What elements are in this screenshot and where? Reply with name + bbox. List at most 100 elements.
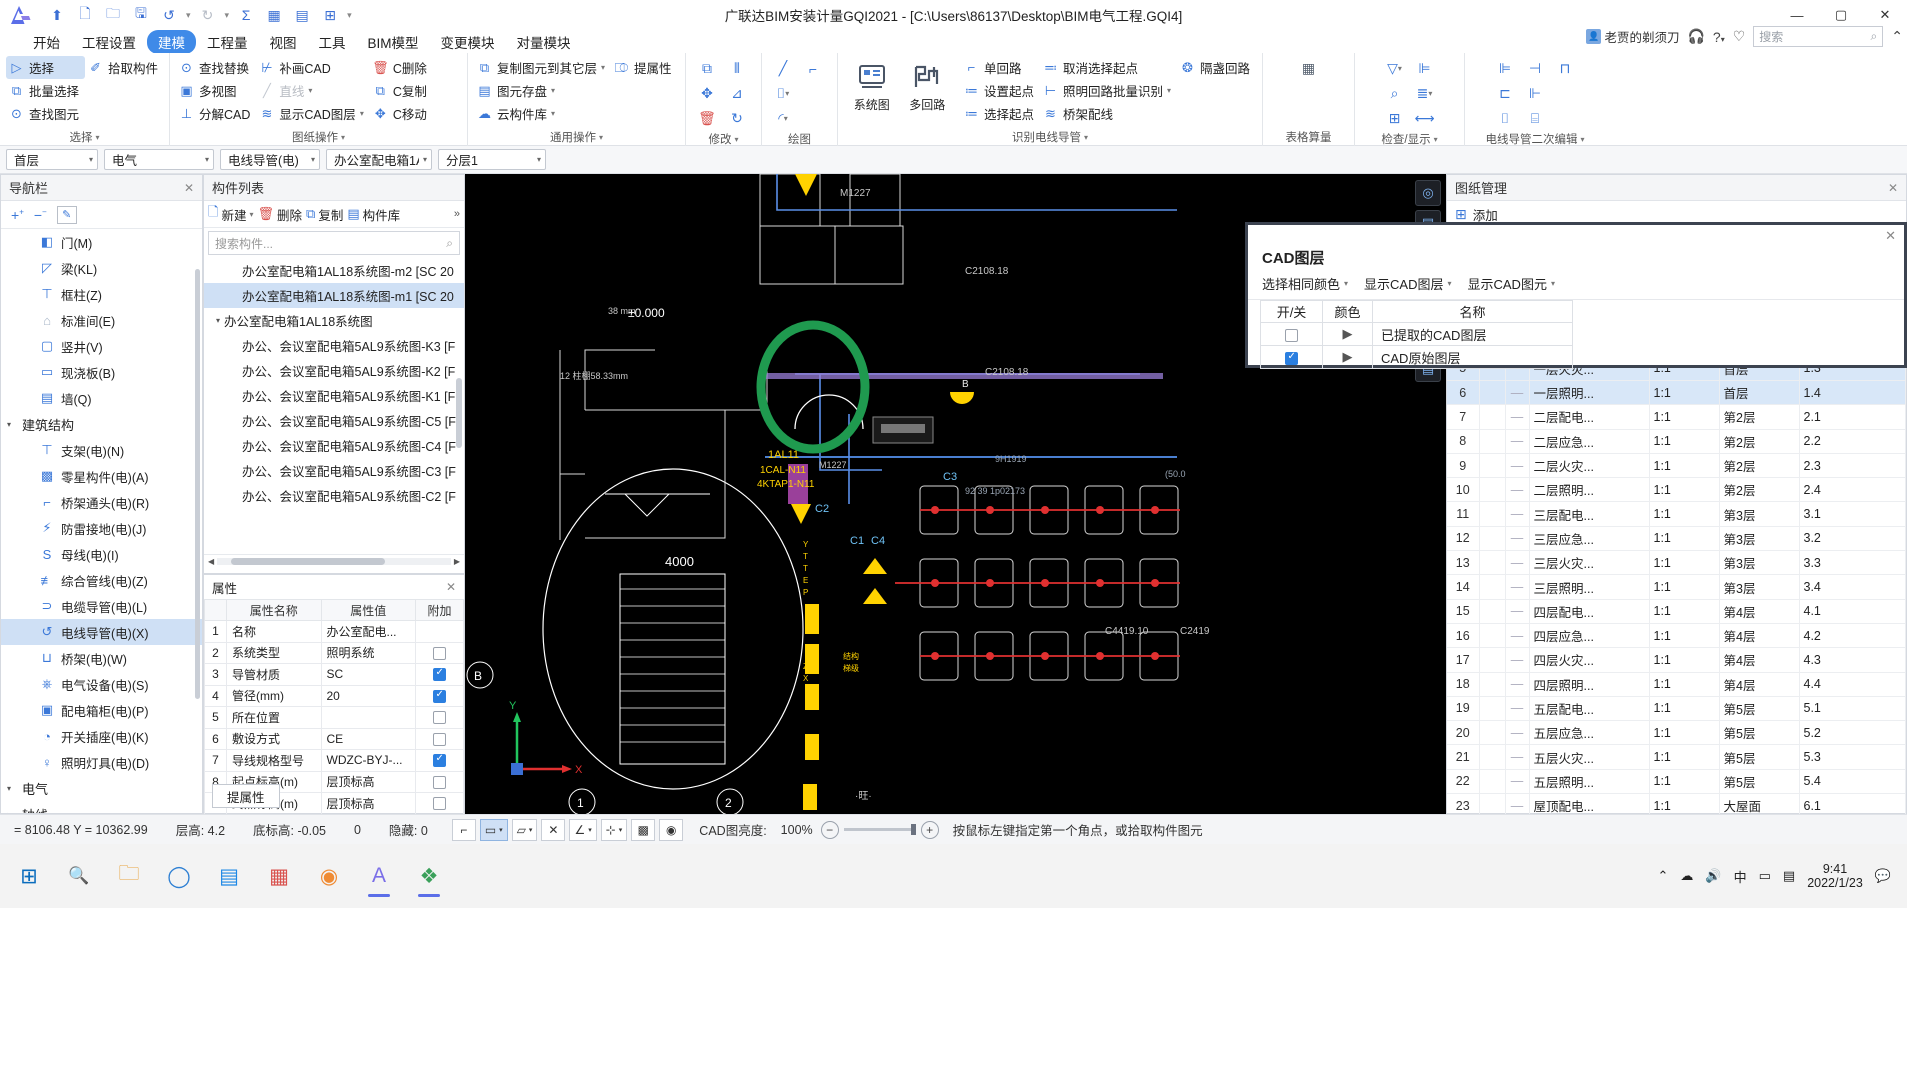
- orbit-icon[interactable]: ◎: [1415, 180, 1441, 206]
- drawing-expander[interactable]: [1479, 477, 1506, 503]
- delete-component-button[interactable]: 🗑 删除: [257, 205, 302, 224]
- property-row[interactable]: 3 导管材质 SC: [204, 663, 464, 686]
- nav-item-17[interactable]: ▭ 现浇板(B): [1, 359, 202, 385]
- nav-item-14[interactable]: ⊤ 支架(电)(N): [1, 437, 202, 463]
- ribbon-line[interactable]: ╱ 直线 ▾: [256, 79, 369, 102]
- drawing-expander[interactable]: [1479, 744, 1506, 770]
- drawing-expander[interactable]: [1479, 672, 1506, 697]
- tray-battery-icon[interactable]: ▤: [1783, 868, 1795, 884]
- ribbon-group-title-recognize-conduit[interactable]: 识别电线导管 ▾: [838, 128, 1262, 146]
- ribbon-group-title-select[interactable]: 选择 ▾: [0, 128, 169, 146]
- nav-item-21[interactable]: ◸ 梁(KL): [1, 255, 202, 281]
- ribbon-save-element[interactable]: ▤ 图元存盘 ▾: [474, 79, 611, 102]
- nav-item-8[interactable]: ⊃ 电缆导管(电)(L): [1, 593, 202, 619]
- cad-layer-expand-icon[interactable]: ▶: [1322, 322, 1373, 346]
- floor-select[interactable]: 首层 ▾: [6, 149, 98, 170]
- point-draw-icon[interactable]: ⌷ ▾: [768, 81, 798, 106]
- tray-up-icon[interactable]: ⌃: [1658, 868, 1669, 884]
- show-cad-layer-menu[interactable]: 显示CAD图层 ▾: [1364, 274, 1451, 293]
- import-icon[interactable]: ⬆: [44, 3, 70, 27]
- align-pipe-icon[interactable]: ⊣: [1520, 56, 1550, 81]
- property-row[interactable]: 5 所在位置: [204, 706, 464, 729]
- component-type-select[interactable]: 电线导管(电) ▾: [220, 149, 320, 170]
- headset-icon[interactable]: 🎧: [1687, 28, 1704, 45]
- drawing-row[interactable]: 22 — 五层照明... 1:1 第5层 5.4: [1447, 769, 1906, 795]
- delete-icon[interactable]: 🗑: [692, 106, 722, 131]
- component-list-scrollbar[interactable]: [456, 378, 462, 448]
- ribbon-set-start[interactable]: ≔ 设置起点: [961, 79, 1040, 102]
- nav-item-18[interactable]: ▢ 竖井(V): [1, 333, 202, 359]
- drawing-row[interactable]: 13 — 三层火灾... 1:1 第3层 3.3: [1447, 550, 1906, 576]
- drawing-row[interactable]: 21 — 五层火灾... 1:1 第5层 5.3: [1447, 744, 1906, 770]
- remove-icon[interactable]: −−: [34, 207, 47, 223]
- menu-tab-compare-module[interactable]: 对量模块: [506, 30, 582, 54]
- more-icon[interactable]: »: [454, 208, 460, 220]
- copy-component-button[interactable]: ⧉ 复制: [306, 205, 343, 224]
- connect-pipe-icon[interactable]: ⊏: [1490, 81, 1520, 106]
- drawing-expander[interactable]: [1479, 404, 1506, 430]
- tray-volume-icon[interactable]: 🔊: [1705, 868, 1721, 884]
- drawing-expander[interactable]: [1479, 599, 1506, 624]
- attach-checkbox[interactable]: [433, 732, 446, 746]
- eye-icon[interactable]: ◉: [659, 818, 684, 841]
- split-pipe-icon[interactable]: ⊫: [1490, 56, 1520, 81]
- cad-layer-row[interactable]: ▶ 已提取的CAD图层: [1260, 322, 1573, 346]
- drawing-row[interactable]: 10 — 二层照明... 1:1 第2层 2.4: [1447, 477, 1906, 503]
- close-icon[interactable]: ✕: [184, 181, 194, 195]
- taskbar-clock[interactable]: 9:41 2022/1/23: [1807, 862, 1863, 891]
- navigation-tree[interactable]: ◧ 门(M) ◸ 梁(KL) ⊤ 框柱(Z) ⌂ 标准间(E) ▢ 竖井(V) ▭ 现浇板(B) ▤ 墙(…: [1, 229, 202, 813]
- notification-icon[interactable]: 💬: [1875, 868, 1891, 884]
- property-attach-cell[interactable]: [415, 620, 464, 643]
- tray-cloud-icon[interactable]: ☁: [1680, 868, 1693, 884]
- menu-tab-quantity[interactable]: 工程量: [196, 30, 259, 54]
- new-file-icon[interactable]: 🗋: [72, 3, 98, 27]
- ribbon-c-move[interactable]: ✥ C移动: [370, 102, 433, 125]
- cad-layer-toggle-cell[interactable]: [1260, 322, 1323, 346]
- component-item-3[interactable]: 办公、会议室配电箱5AL9系统图-C5 [F: [204, 408, 464, 433]
- ribbon-lighting-batch[interactable]: ⊢ 照明回路批量识别 ▾: [1040, 79, 1177, 102]
- close-icon[interactable]: ✕: [446, 580, 456, 594]
- copy-icon[interactable]: ⧉: [692, 56, 722, 81]
- edit-icon[interactable]: ✎: [56, 205, 77, 224]
- property-value[interactable]: 办公室配电...: [320, 620, 416, 643]
- property-value[interactable]: 照明系统: [320, 641, 416, 664]
- app-orange-icon[interactable]: ◉: [306, 853, 352, 899]
- ribbon-pick-component[interactable]: ✐ 拾取构件: [85, 56, 164, 79]
- folder-icon[interactable]: 🗀: [106, 853, 152, 899]
- nav-item-6[interactable]: ⊔ 桥架(电)(W): [1, 645, 202, 671]
- start-icon[interactable]: ⊞: [6, 853, 52, 899]
- ortho-icon[interactable]: ⌐: [451, 818, 476, 841]
- drawing-expander[interactable]: [1479, 453, 1506, 479]
- property-value[interactable]: [320, 706, 416, 729]
- filter-icon[interactable]: ▽ ▾: [1380, 56, 1410, 81]
- nav-item-20[interactable]: ⊤ 框柱(Z): [1, 281, 202, 307]
- cad-layer-row[interactable]: ▶CAD原始图层: [1260, 345, 1573, 369]
- drawing-expander[interactable]: [1479, 769, 1506, 795]
- layer-select[interactable]: 分层1 ▾: [438, 149, 546, 170]
- ribbon-group-title-common-ops[interactable]: 通用操作 ▾: [468, 128, 685, 146]
- component-search-input[interactable]: 搜索构件... ⌕: [208, 231, 460, 255]
- rect-mode-icon[interactable]: ▭ ▾: [479, 818, 508, 841]
- cad-layer-checkbox[interactable]: [1285, 351, 1298, 365]
- nosnap-icon[interactable]: ✕: [541, 818, 566, 841]
- ribbon-c-copy[interactable]: ⧉ C复制: [370, 79, 433, 102]
- scroll-left-icon[interactable]: ◀: [208, 557, 214, 566]
- property-value[interactable]: CE: [320, 727, 416, 750]
- brightness-track[interactable]: [843, 824, 916, 835]
- measure-icon[interactable]: ⟷: [1410, 106, 1440, 131]
- property-attach-cell[interactable]: [415, 684, 464, 707]
- redo-icon[interactable]: ↻: [195, 3, 221, 27]
- mirror-axis-icon[interactable]: ⫴: [722, 56, 752, 81]
- ribbon-c-delete[interactable]: 🗑 C删除: [370, 56, 433, 79]
- property-value[interactable]: WDZC-BYJ-...: [320, 749, 416, 772]
- collapse-ribbon-icon[interactable]: ⌃: [1891, 28, 1903, 45]
- property-value[interactable]: 20: [320, 684, 416, 707]
- undo-caret-icon[interactable]: ▾: [184, 10, 193, 21]
- arc-draw-icon[interactable]: ◜ ▾: [768, 106, 798, 131]
- drawing-row[interactable]: 17 — 四层火灾... 1:1 第4层 4.3: [1447, 647, 1906, 673]
- expand-icon[interactable]: ▾: [7, 784, 17, 793]
- sum-icon[interactable]: Σ: [233, 3, 259, 27]
- component-item-5[interactable]: 办公、会议室配电箱5AL9系统图-K2 [F: [204, 358, 464, 383]
- nav-item-12[interactable]: ⌐ 桥架通头(电)(R): [1, 489, 202, 515]
- show-cad-element-menu[interactable]: 显示CAD图元 ▾: [1468, 274, 1555, 293]
